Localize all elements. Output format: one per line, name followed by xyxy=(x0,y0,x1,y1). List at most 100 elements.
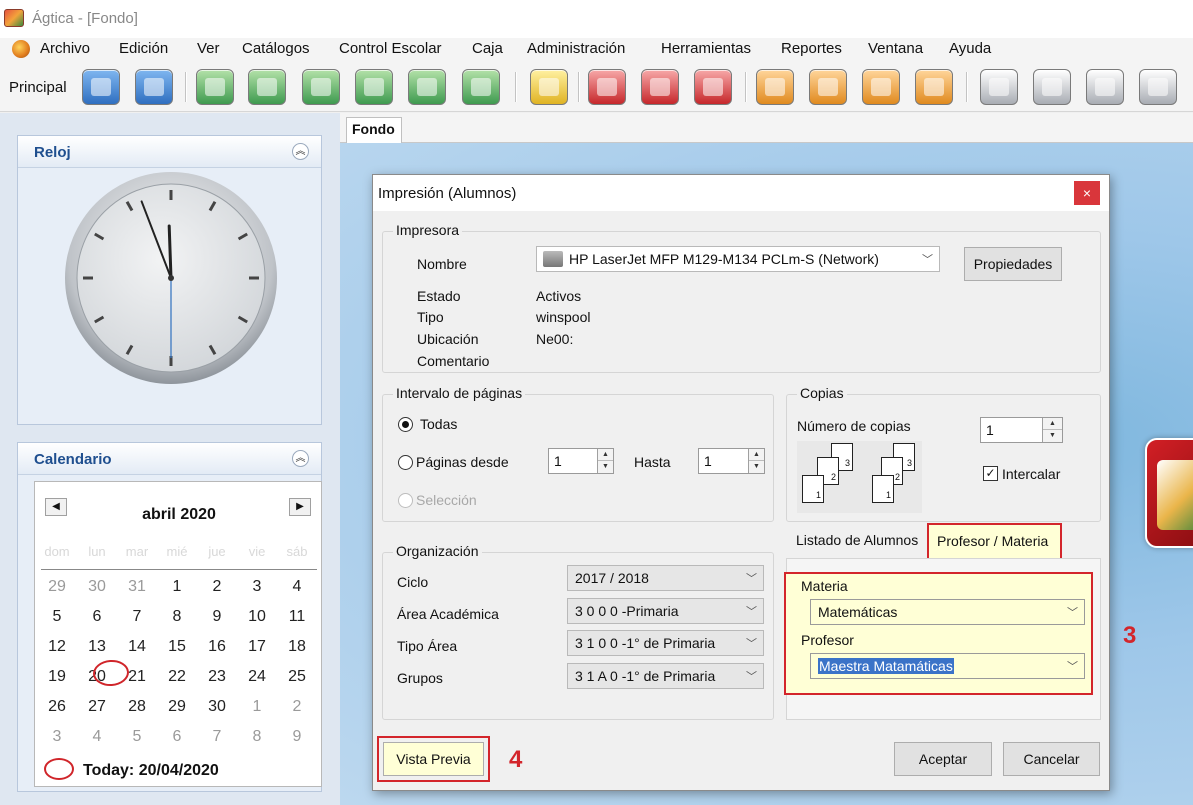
calendar-day[interactable]: 8 xyxy=(157,608,197,626)
calendar-day[interactable]: 5 xyxy=(37,608,77,626)
calendar-day[interactable]: 6 xyxy=(77,608,117,626)
calendar-day[interactable]: 14 xyxy=(117,638,157,656)
calendar-day[interactable]: 5 xyxy=(117,728,157,746)
tipo-area-select[interactable]: 3 1 0 0 -1° de Primaria ﹀ xyxy=(567,630,764,656)
stepper-arrows-icon[interactable]: ▲ ▼ xyxy=(748,449,764,473)
collate-label[interactable]: Intercalar xyxy=(1002,466,1060,482)
selection-radio[interactable] xyxy=(398,493,413,508)
calendar-day[interactable]: 2 xyxy=(277,698,317,716)
toolbar-button-5[interactable] xyxy=(302,69,340,105)
calendar-day[interactable]: 18 xyxy=(277,638,317,656)
properties-button[interactable]: Propiedades xyxy=(964,247,1062,281)
calendar-day[interactable]: 29 xyxy=(157,698,197,716)
toolbar-button-20[interactable] xyxy=(1139,69,1177,105)
toolbar-button-4[interactable] xyxy=(248,69,286,105)
menu-reportes[interactable]: Reportes xyxy=(781,40,842,57)
copies-stepper[interactable]: 1 ▲ ▼ xyxy=(980,417,1063,443)
toolbar-button-10[interactable] xyxy=(588,69,626,105)
toolbar-button-7[interactable] xyxy=(408,69,446,105)
calendar-day[interactable]: 26 xyxy=(37,698,77,716)
menu-archivo[interactable]: Archivo xyxy=(40,40,90,57)
calendar-day[interactable]: 4 xyxy=(277,578,317,596)
menu-edicion[interactable]: Edición xyxy=(119,40,168,57)
calendar-day[interactable]: 17 xyxy=(237,638,277,656)
calendar-day[interactable]: 19 xyxy=(37,668,77,686)
toolbar-button-19[interactable] xyxy=(1086,69,1124,105)
menu-ayuda[interactable]: Ayuda xyxy=(949,40,991,57)
calendar-day[interactable]: 7 xyxy=(117,608,157,626)
toolbar-button-15[interactable] xyxy=(862,69,900,105)
calendar-day[interactable]: 11 xyxy=(277,608,317,626)
preview-button[interactable]: Vista Previa xyxy=(383,742,484,776)
calendar-day[interactable]: 7 xyxy=(197,728,237,746)
from-page-stepper[interactable]: 1 ▲ ▼ xyxy=(548,448,614,474)
page-range-label[interactable]: Páginas desde xyxy=(416,454,509,470)
cancel-button[interactable]: Cancelar xyxy=(1003,742,1100,776)
profesor-select[interactable]: Maestra Matamáticas ﹀ xyxy=(810,653,1085,679)
menu-control-escolar[interactable]: Control Escolar xyxy=(339,40,442,57)
toolbar-button-13[interactable] xyxy=(756,69,794,105)
collate-checkbox[interactable]: ✓ xyxy=(983,466,998,481)
calendar-day[interactable]: 31 xyxy=(117,578,157,596)
accept-button[interactable]: Aceptar xyxy=(894,742,992,776)
stepper-arrows-icon[interactable]: ▲ ▼ xyxy=(597,449,613,473)
collapse-chevron-icon[interactable]: ︽ xyxy=(292,143,309,160)
calendar-day[interactable]: 6 xyxy=(157,728,197,746)
toolbar-button-3[interactable] xyxy=(196,69,234,105)
toolbar-button-12[interactable] xyxy=(694,69,732,105)
toolbar-button-18[interactable] xyxy=(1033,69,1071,105)
tab-fondo[interactable]: Fondo xyxy=(346,117,402,144)
toolbar-button-6[interactable] xyxy=(355,69,393,105)
calendar-day[interactable]: 15 xyxy=(157,638,197,656)
toolbar-button-17[interactable] xyxy=(980,69,1018,105)
calendar-day[interactable]: 23 xyxy=(197,668,237,686)
menu-catalogos[interactable]: Catálogos xyxy=(242,40,310,57)
toolbar-button-2[interactable] xyxy=(135,69,173,105)
all-pages-radio[interactable] xyxy=(398,417,413,432)
tab-profesor-materia[interactable]: Profesor / Materia xyxy=(927,523,1062,560)
menu-herramientas[interactable]: Herramientas xyxy=(661,40,751,57)
calendar-day[interactable]: 9 xyxy=(277,728,317,746)
menu-ventana[interactable]: Ventana xyxy=(868,40,923,57)
calendar-day[interactable]: 4 xyxy=(77,728,117,746)
materia-select[interactable]: Matemáticas ﹀ xyxy=(810,599,1085,625)
calendar-day[interactable]: 3 xyxy=(37,728,77,746)
calendar-day[interactable]: 16 xyxy=(197,638,237,656)
calendar-day[interactable]: 30 xyxy=(77,578,117,596)
page-range-radio[interactable] xyxy=(398,455,413,470)
toolbar-button-16[interactable] xyxy=(915,69,953,105)
grupos-select[interactable]: 3 1 A 0 -1° de Primaria ﹀ xyxy=(567,663,764,689)
area-select[interactable]: 3 0 0 0 -Primaria ﹀ xyxy=(567,598,764,624)
calendar-day[interactable]: 10 xyxy=(237,608,277,626)
close-icon[interactable]: × xyxy=(1074,181,1100,205)
ciclo-select[interactable]: 2017 / 2018 ﹀ xyxy=(567,565,764,591)
calendar-day[interactable]: 29 xyxy=(37,578,77,596)
calendar-day[interactable]: 2 xyxy=(197,578,237,596)
collapse-chevron-icon[interactable]: ︽ xyxy=(292,450,309,467)
calendar-day[interactable]: 24 xyxy=(237,668,277,686)
toolbar-button-14[interactable] xyxy=(809,69,847,105)
toolbar-button-8[interactable] xyxy=(462,69,500,105)
calendar-day[interactable]: 3 xyxy=(237,578,277,596)
calendar-day[interactable]: 12 xyxy=(37,638,77,656)
calendar-day[interactable]: 25 xyxy=(277,668,317,686)
calendar-day[interactable]: 9 xyxy=(197,608,237,626)
to-page-stepper[interactable]: 1 ▲ ▼ xyxy=(698,448,765,474)
all-pages-label[interactable]: Todas xyxy=(420,416,457,432)
stepper-arrows-icon[interactable]: ▲ ▼ xyxy=(1042,418,1062,442)
calendar-day[interactable]: 30 xyxy=(197,698,237,716)
menu-caja[interactable]: Caja xyxy=(472,40,503,57)
calendar-day[interactable]: 8 xyxy=(237,728,277,746)
calendar-day[interactable]: 22 xyxy=(157,668,197,686)
calendar-day[interactable]: 1 xyxy=(157,578,197,596)
toolbar-button-1[interactable] xyxy=(82,69,120,105)
app-logo-icon[interactable] xyxy=(12,40,30,58)
menu-administracion[interactable]: Administración xyxy=(527,40,625,57)
printer-select[interactable]: HP LaserJet MFP M129-M134 PCLm-S (Networ… xyxy=(536,246,940,272)
toolbar-button-11[interactable] xyxy=(641,69,679,105)
toolbar-button-9[interactable] xyxy=(530,69,568,105)
menu-ver[interactable]: Ver xyxy=(197,40,220,57)
tab-listado-alumnos[interactable]: Listado de Alumnos xyxy=(796,532,918,548)
calendar-day[interactable]: 1 xyxy=(237,698,277,716)
calendar-day[interactable]: 13 xyxy=(77,638,117,656)
